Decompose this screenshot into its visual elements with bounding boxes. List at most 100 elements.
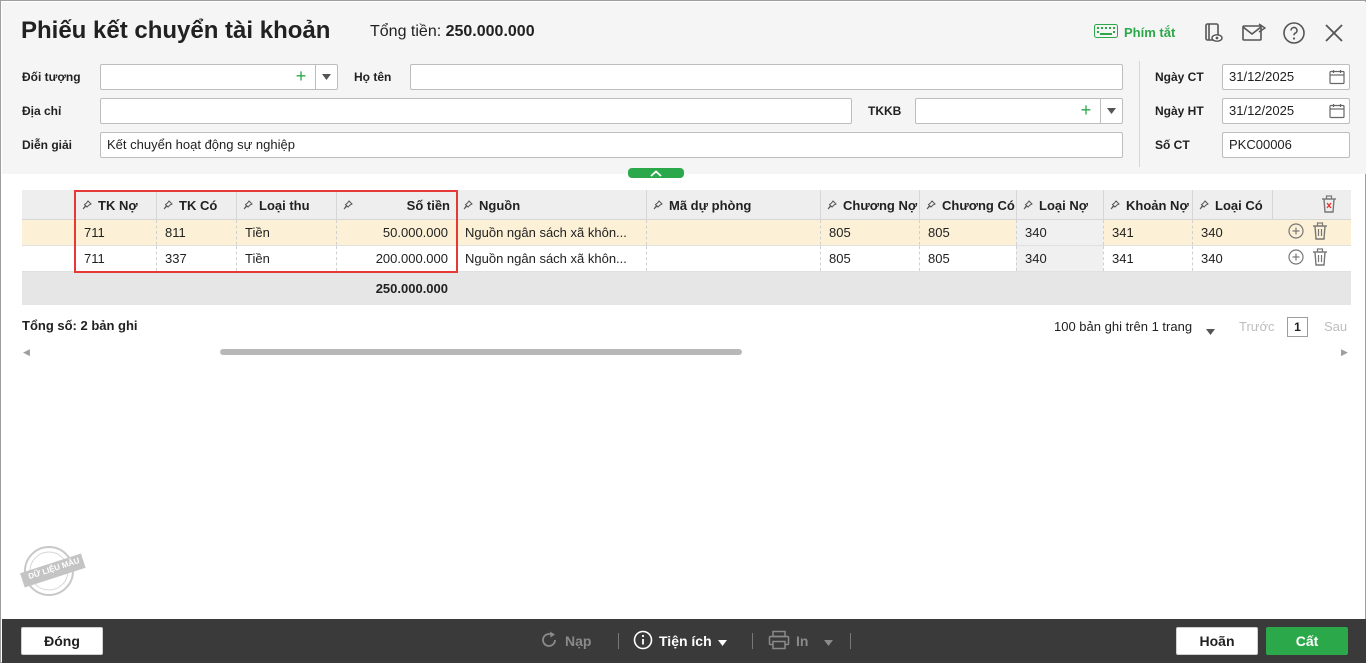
cell-ma-du-phong[interactable] [646,246,820,271]
col-label: Chương Nợ [843,197,918,213]
chevron-up-icon [650,169,662,177]
tkkb-combobox[interactable]: + [915,98,1123,124]
voucher-window: Phiếu kết chuyển tài khoản Tổng tiền: 25… [0,0,1366,663]
pin-icon[interactable] [1110,198,1120,213]
print-label: In [796,633,809,649]
collapse-toggle[interactable] [628,168,684,178]
view-book-icon[interactable] [1200,20,1226,46]
divider [1139,61,1140,167]
delete-row-icon[interactable] [1312,248,1328,269]
col-header-loai-co[interactable]: Loại Có [1192,190,1272,220]
calendar-icon[interactable] [1329,103,1345,122]
reload-button[interactable]: Nạp [539,629,591,653]
col-label: Loại Có [1215,197,1263,213]
dia-chi-input[interactable] [100,98,852,124]
pin-icon[interactable] [926,198,936,213]
scroll-right-icon[interactable]: ▶ [1341,347,1348,358]
add-icon[interactable]: + [293,67,309,85]
footer-total-so-tien: 250.000.000 [375,281,448,296]
col-label: Nguồn [479,197,521,213]
row-actions [1280,220,1350,245]
save-button[interactable]: Cất [1266,627,1348,655]
ngay-ht-datepicker[interactable]: 31/12/2025 [1222,98,1350,124]
cell-chuong-no[interactable]: 805 [820,246,919,271]
dia-chi-label: Địa chỉ [22,104,62,118]
page-number[interactable]: 1 [1287,317,1308,337]
col-header-chuong-no[interactable]: Chương Nợ [820,190,919,220]
ho-ten-label: Họ tên [354,70,392,84]
ngay-ht-value: 31/12/2025 [1229,103,1295,118]
cell-loai-co[interactable]: 340 [1192,246,1272,271]
cancel-button[interactable]: Hoãn [1176,627,1258,655]
delete-all-icon[interactable] [1321,194,1337,216]
cell-chuong-co[interactable]: 805 [919,220,1016,245]
footer-bar: Đóng Nạp Tiện ích In Hoãn Cất [2,619,1366,663]
total-value: 250.000.000 [445,23,535,40]
col-header-chuong-co[interactable]: Chương Có [919,190,1016,220]
pin-icon[interactable] [463,198,473,213]
col-header-ma-du-phong[interactable]: Mã dự phòng [646,190,820,220]
info-icon [633,630,653,653]
close-button[interactable]: Đóng [21,627,103,655]
cell-nguon[interactable]: Nguồn ngân sách xã khôn... [456,220,646,245]
close-icon[interactable] [1321,20,1347,46]
next-page-button[interactable]: Sau [1324,319,1347,334]
col-header-loai-no[interactable]: Loại Nợ [1016,190,1103,220]
dien-giai-input[interactable]: Kết chuyển hoạt động sự nghiệp [100,132,1123,158]
col-header-nguon[interactable]: Nguồn [456,190,646,220]
col-label: Loại Nợ [1039,197,1088,213]
ngay-ct-datepicker[interactable]: 31/12/2025 [1222,64,1350,90]
cell-loai-no[interactable]: 340 [1016,220,1103,245]
email-icon[interactable] [1241,20,1267,46]
total-label: Tổng tiền: [370,23,442,40]
doi-tuong-label: Đối tượng [22,70,81,84]
grid-footer: 250.000.000 [22,272,1351,305]
add-row-icon[interactable] [1288,249,1304,268]
cell-nguon[interactable]: Nguồn ngân sách xã khôn... [456,246,646,271]
col-header-actions [1272,190,1351,220]
calendar-icon[interactable] [1329,69,1345,88]
page-title: Phiếu kết chuyển tài khoản [21,17,331,44]
ngay-ct-value: 31/12/2025 [1229,69,1295,84]
col-header-khoan-no[interactable]: Khoản Nợ [1103,190,1192,220]
page-size-select[interactable]: 100 bản ghi trên 1 trang [1054,319,1192,334]
chevron-down-icon[interactable] [315,65,337,89]
col-label: Khoản Nợ [1126,197,1189,213]
pin-icon[interactable] [827,198,837,213]
col-label: Chương Có [942,197,1015,213]
chevron-down-icon[interactable] [1100,99,1122,123]
chevron-down-icon [824,633,834,649]
tkkb-label: TKKB [868,104,902,118]
pin-icon[interactable] [653,198,663,213]
ho-ten-input[interactable] [410,64,1123,90]
horizontal-scrollbar[interactable] [220,349,742,355]
highlight-box [74,190,458,273]
help-icon[interactable] [1281,20,1307,46]
sample-data-stamp: DỮ LIỆU MẪU [19,544,87,598]
row-actions [1280,246,1350,271]
pin-icon[interactable] [1023,198,1033,213]
cell-khoan-no[interactable]: 341 [1103,220,1192,245]
utilities-menu[interactable]: Tiện ích [633,629,727,653]
delete-row-icon[interactable] [1312,222,1328,243]
doi-tuong-combobox[interactable]: + [100,64,338,90]
cell-khoan-no[interactable]: 341 [1103,246,1192,271]
shortcut-button[interactable]: Phím tắt [1094,24,1175,41]
pin-icon[interactable] [1199,198,1209,213]
ngay-ht-label: Ngày HT [1155,104,1204,118]
cell-loai-co[interactable]: 340 [1192,220,1272,245]
so-ct-input[interactable]: PKC00006 [1222,132,1350,158]
cell-ma-du-phong[interactable] [646,220,820,245]
ngay-ct-label: Ngày CT [1155,70,1204,84]
chevron-down-icon[interactable] [1206,323,1215,338]
cell-chuong-co[interactable]: 805 [919,246,1016,271]
refresh-icon [539,630,559,653]
cell-chuong-no[interactable]: 805 [820,220,919,245]
add-row-icon[interactable] [1288,223,1304,242]
scroll-left-icon[interactable]: ◀ [23,347,30,358]
prev-page-button[interactable]: Trước [1239,319,1275,334]
cell-loai-no[interactable]: 340 [1016,246,1103,271]
add-icon[interactable]: + [1078,101,1094,119]
shortcut-label: Phím tắt [1124,25,1176,40]
print-menu[interactable]: In [768,629,834,653]
